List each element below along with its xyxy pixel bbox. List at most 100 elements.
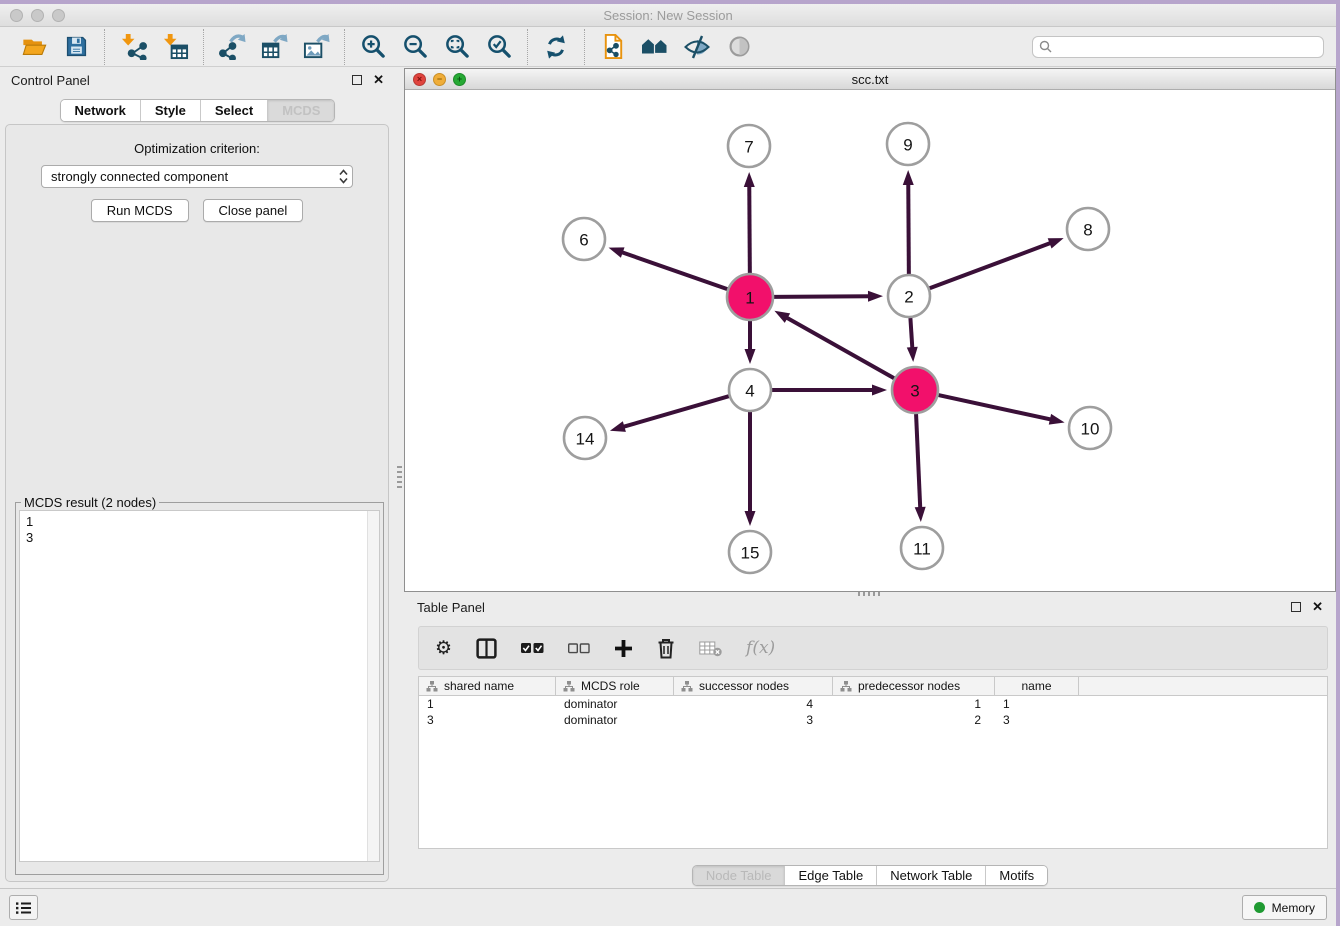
close-panel-icon[interactable]: ✕ [373, 75, 384, 85]
table-cell[interactable]: dominator [556, 697, 674, 711]
graph-edge-3-11[interactable] [916, 414, 920, 509]
graph-node-4[interactable]: 4 [729, 369, 771, 411]
column-header-predecessor-nodes[interactable]: predecessor nodes [833, 677, 995, 695]
graph-edge-1-7[interactable] [749, 185, 750, 273]
delete-columns-icon[interactable] [657, 638, 675, 659]
zoom-selected-button[interactable] [480, 30, 518, 64]
zoom-out-button[interactable] [396, 30, 434, 64]
network-maximize-button[interactable]: + [453, 73, 466, 86]
graph-node-2[interactable]: 2 [888, 275, 930, 317]
hide-selected-button[interactable] [678, 30, 716, 64]
import-network-button[interactable] [114, 30, 152, 64]
function-builder-icon[interactable]: f(x) [746, 638, 775, 658]
vertical-splitter-handle[interactable] [397, 466, 402, 488]
close-panel-button[interactable]: Close panel [203, 199, 304, 222]
graph-edge-arrowhead [609, 247, 625, 257]
table-cell[interactable]: 3 [995, 713, 1079, 727]
column-header-shared-name[interactable]: shared name [419, 677, 556, 695]
network-close-button[interactable]: × [413, 73, 426, 86]
graph-edge-2-8[interactable] [930, 243, 1052, 289]
search-input[interactable] [1057, 40, 1317, 54]
close-table-panel-icon[interactable]: ✕ [1312, 602, 1323, 612]
zoom-in-icon [360, 33, 387, 60]
task-history-button[interactable] [9, 895, 38, 920]
tab-motifs[interactable]: Motifs [985, 866, 1047, 885]
graph-node-6[interactable]: 6 [563, 218, 605, 260]
window-controls [10, 9, 65, 22]
table-cell[interactable]: 3 [419, 713, 556, 727]
save-session-button[interactable] [57, 30, 95, 64]
tab-edge-table[interactable]: Edge Table [784, 866, 876, 885]
column-header-successor-nodes[interactable]: successor nodes [674, 677, 833, 695]
graph-node-8[interactable]: 8 [1067, 208, 1109, 250]
apply-layout-button[interactable] [537, 30, 575, 64]
graph-node-14[interactable]: 14 [564, 417, 606, 459]
table-cell[interactable]: dominator [556, 713, 674, 727]
result-scrollbar[interactable] [367, 511, 379, 861]
graph-node-15[interactable]: 15 [729, 531, 771, 573]
table-cell[interactable]: 3 [674, 713, 833, 727]
graph-node-1[interactable]: 1 [727, 274, 773, 320]
network-graph: 1 2 3 4 6 7 8 9 10 11 14 15 [405, 90, 1335, 591]
table-cell[interactable]: 1 [995, 697, 1079, 711]
graph-node-3[interactable]: 3 [892, 367, 938, 413]
tab-network-table[interactable]: Network Table [876, 866, 985, 885]
table-cell[interactable]: 1 [419, 697, 556, 711]
column-header-name[interactable]: name [995, 677, 1079, 695]
search-box[interactable] [1032, 36, 1324, 58]
search-icon [1039, 40, 1052, 53]
graph-node-10[interactable]: 10 [1069, 407, 1111, 449]
network-canvas[interactable]: 1 2 3 4 6 7 8 9 10 11 14 15 [405, 90, 1335, 591]
show-all-columns-icon[interactable] [521, 642, 544, 654]
graph-node-9[interactable]: 9 [887, 123, 929, 165]
column-header-mcds-role[interactable]: MCDS role [556, 677, 674, 695]
tab-node-table[interactable]: Node Table [693, 866, 785, 885]
clone-network-button[interactable] [594, 30, 632, 64]
export-network-button[interactable] [213, 30, 251, 64]
tab-mcds[interactable]: MCDS [267, 100, 334, 121]
graph-edge-1-6[interactable] [621, 252, 728, 289]
tab-select[interactable]: Select [200, 100, 267, 121]
mcds-result-list[interactable]: 13 [19, 510, 380, 862]
table-cell[interactable]: 1 [833, 697, 995, 711]
network-window-titlebar[interactable]: × − + scc.txt [405, 69, 1335, 90]
float-table-panel-icon[interactable] [1291, 602, 1301, 612]
graph-node-11[interactable]: 11 [901, 527, 943, 569]
import-table-button[interactable] [156, 30, 194, 64]
table-row[interactable]: 1dominator411 [419, 696, 1327, 712]
run-mcds-button[interactable]: Run MCDS [91, 199, 189, 222]
graph-edge-2-3[interactable] [910, 318, 912, 349]
table-cell[interactable]: 2 [833, 713, 995, 727]
criterion-dropdown[interactable]: strongly connected component [41, 165, 353, 188]
zoom-in-button[interactable] [354, 30, 392, 64]
graph-edge-3-10[interactable] [938, 395, 1051, 420]
table-settings-icon[interactable]: ⚙ [435, 639, 452, 658]
close-window-button[interactable] [10, 9, 23, 22]
graph-edge-arrowhead [774, 311, 790, 323]
float-panel-icon[interactable] [352, 75, 362, 85]
show-all-button[interactable] [720, 30, 758, 64]
open-session-button[interactable] [15, 30, 53, 64]
tab-style[interactable]: Style [140, 100, 200, 121]
network-minimize-button[interactable]: − [433, 73, 446, 86]
zoom-fit-button[interactable] [438, 30, 476, 64]
graph-edge-4-14[interactable] [622, 396, 728, 427]
graph-edge-2-9[interactable] [908, 183, 909, 274]
graph-node-7[interactable]: 7 [728, 125, 770, 167]
export-table-button[interactable] [255, 30, 293, 64]
minimize-window-button[interactable] [31, 9, 44, 22]
tab-network[interactable]: Network [61, 100, 140, 121]
first-neighbors-button[interactable] [636, 30, 674, 64]
open-folder-icon [21, 34, 48, 60]
add-column-icon[interactable] [614, 639, 633, 658]
delete-table-icon[interactable] [699, 640, 722, 657]
hide-all-columns-icon[interactable] [568, 643, 590, 654]
graph-edge-3-1[interactable] [786, 317, 894, 378]
column-layout-icon[interactable] [476, 638, 497, 659]
zoom-window-button[interactable] [52, 9, 65, 22]
graph-edge-1-2[interactable] [774, 296, 870, 297]
export-image-button[interactable] [297, 30, 335, 64]
table-row[interactable]: 3dominator323 [419, 712, 1327, 728]
table-cell[interactable]: 4 [674, 697, 833, 711]
memory-button[interactable]: Memory [1242, 895, 1327, 920]
